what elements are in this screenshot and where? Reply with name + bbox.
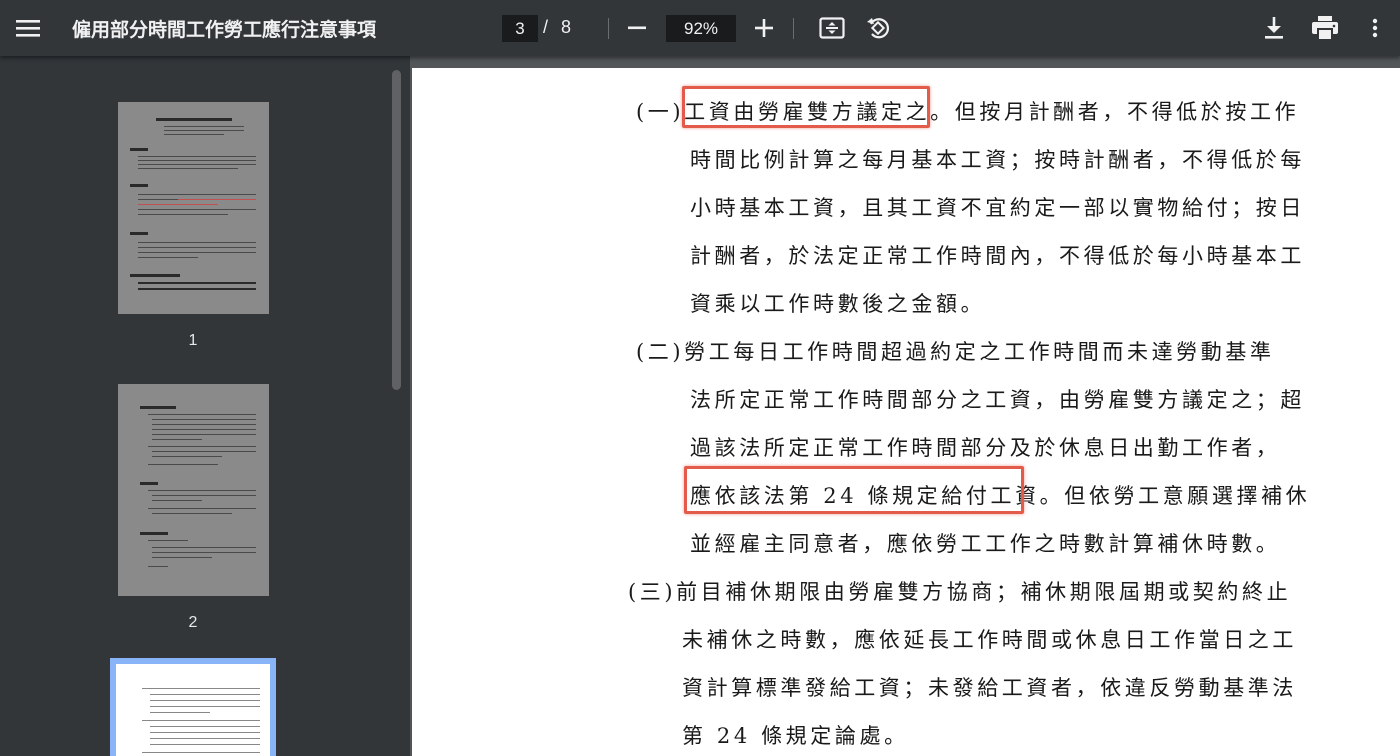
toolbar: 僱用部分時間工作勞工應行注意事項 3 / 8 92% [0,0,1400,56]
thumbnail-label-1: 1 [188,332,198,349]
zoom-level-input[interactable]: 92% [666,15,736,42]
sidebar-scrollbar[interactable] [392,70,401,390]
minus-icon [628,26,646,30]
doc-line: 過該法所定正常工作時間部分及於休息日出勤工作者， [690,436,1281,460]
doc-line: 資計算標準發給工資；未發給工資者，依違反勞動基準法 [682,676,1297,700]
doc-line: 時間比例計算之每月基本工資；按時計酬者，不得低於每 [690,148,1305,172]
doc-line: 未補休之時數，應依延長工作時間或休息日工作當日之工 [682,628,1297,652]
download-button[interactable] [1256,10,1292,46]
page-thumbnail-2[interactable] [118,384,269,596]
print-icon [1312,16,1338,40]
highlight-box [684,466,1024,514]
page-thumbnail-1[interactable] [118,102,269,314]
thumbnail-label-2: 2 [188,614,198,631]
doc-line: 計酬者，於法定正常工作時間內，不得低於每小時基本工 [690,244,1305,268]
doc-line: 並經雇主同意者，應依勞工工作之時數計算補休時數。 [690,532,1281,556]
menu-icon[interactable] [8,8,48,48]
toolbar-divider [793,18,794,39]
thumbnail-page-content [116,664,270,756]
download-icon [1265,17,1283,39]
thumbnail-sidebar: 1 2 [0,56,410,756]
doc-line: (三)前目補休期限由勞雇雙方協商；補休期限屆期或契約終止 [628,580,1292,604]
pdf-page-3: (一)工資由勞雇雙方議定之。但按月計酬者，不得低於按工作 時間比例計算之每月基本… [412,68,1400,756]
current-page-input[interactable]: 3 [502,15,538,42]
doc-line: 資乘以工作時數後之金額。 [690,292,986,316]
zoom-out-button[interactable] [620,10,654,46]
zoom-in-button[interactable] [746,10,782,46]
doc-line: 小時基本工資，且其工資不宜約定一部以實物給付；按日 [690,196,1305,220]
thumbnail-page-content [118,384,269,596]
page-thumbnail-3-selected[interactable] [110,658,276,756]
page-separator: / [543,17,549,37]
doc-line: 法所定正常工作時間部分之工資，由勞雇雙方議定之；超 [690,388,1305,412]
total-pages: 8 [561,17,572,37]
document-viewer[interactable]: (一)工資由勞雇雙方議定之。但按月計酬者，不得低於按工作 時間比例計算之每月基本… [410,56,1400,756]
more-options-button[interactable] [1358,10,1392,46]
print-button[interactable] [1306,10,1344,46]
document-title: 僱用部分時間工作勞工應行注意事項 [72,19,377,41]
rotate-icon [867,18,890,39]
thumbnail-page-content [118,102,269,314]
plus-icon [755,19,773,37]
fit-page-button[interactable] [814,10,850,46]
toolbar-divider [608,18,609,39]
doc-line: 第 24 條規定論處。 [682,724,909,748]
rotate-button[interactable] [860,10,896,46]
highlight-box [682,86,930,128]
more-vert-icon [1372,18,1378,38]
fit-page-icon [819,17,845,39]
doc-line: (二)勞工每日工作時間超過約定之工作時間而未達勞動基準 [636,340,1275,364]
